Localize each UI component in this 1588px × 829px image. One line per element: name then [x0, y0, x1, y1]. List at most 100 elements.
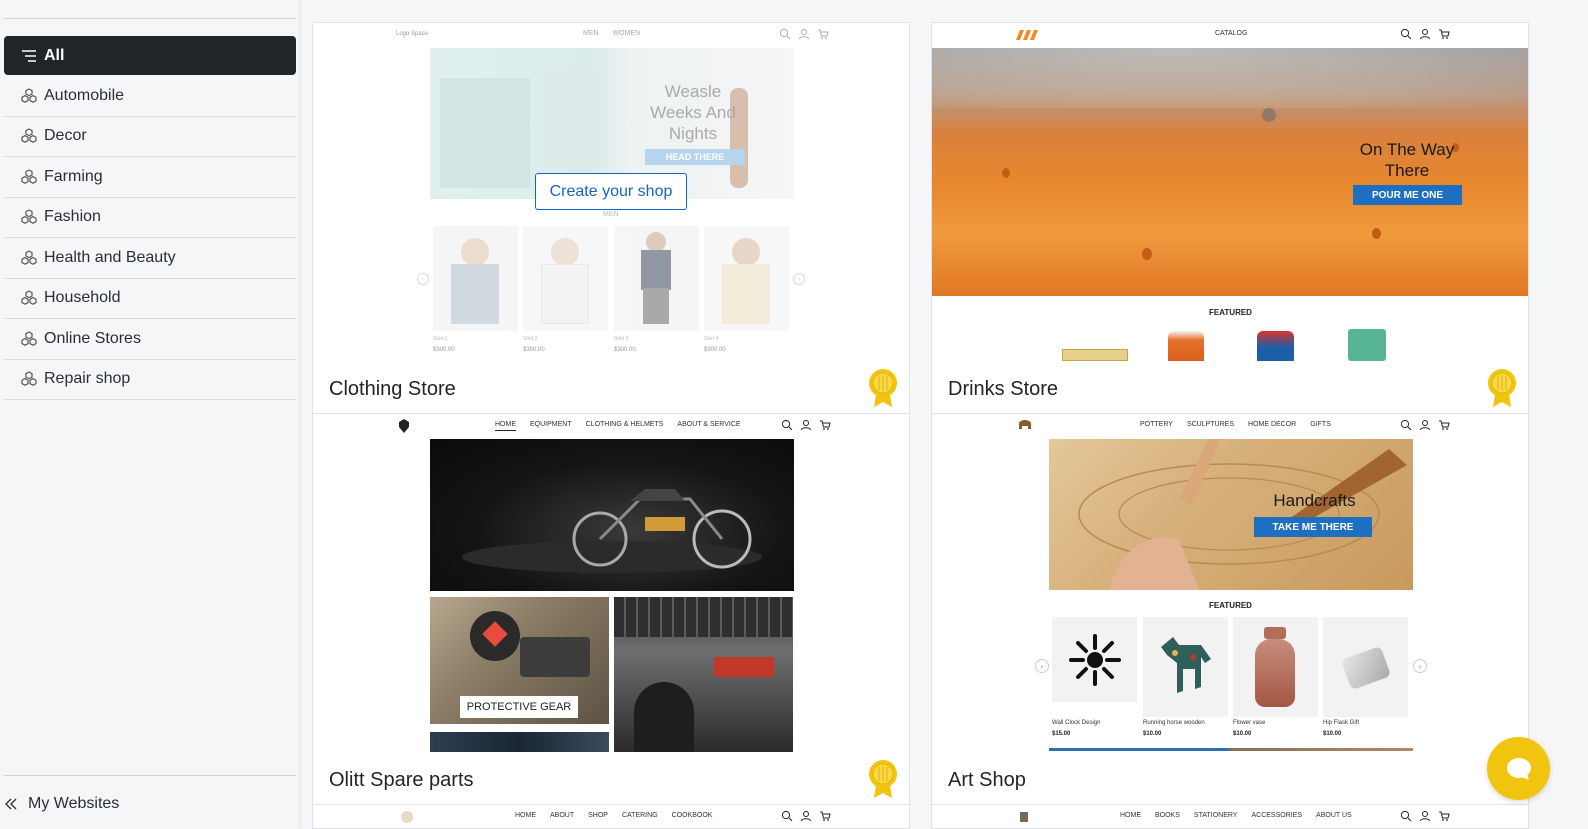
preview-nav-link: POTTERY — [1140, 421, 1173, 428]
preview-product — [1233, 617, 1318, 717]
preview-tile-label: PROTECTIVE GEAR — [460, 696, 578, 718]
category-health-and-beauty[interactable]: Health and Beauty — [4, 238, 296, 279]
preview-product — [1052, 617, 1137, 702]
preview-hero-button: POUR ME ONE — [1353, 185, 1462, 205]
template-card[interactable]: HOME ABOUT SHOP CATERING COOKBOOK — [312, 804, 910, 829]
search-icon — [1400, 810, 1412, 822]
cart-icon — [1439, 420, 1450, 430]
divider — [4, 18, 296, 19]
cubes-icon — [20, 127, 38, 145]
cubes-icon — [20, 249, 38, 267]
brand-logo-icon — [399, 419, 409, 433]
preview-hero-text: Handcrafts — [1273, 491, 1356, 510]
template-title: Art Shop — [948, 769, 1026, 791]
preview-product — [433, 226, 518, 331]
sidebar: All Automobile Decor Farming Fashion Hea… — [0, 0, 300, 829]
preview-product-price: $10.00 — [1233, 731, 1252, 737]
preview-logo: Logo Space — [396, 31, 429, 37]
preview-nav-link: HOME — [495, 421, 516, 431]
category-label: Decor — [44, 127, 87, 145]
carousel-next-icon: › — [793, 273, 805, 285]
search-icon — [779, 28, 791, 40]
brand-logo-icon — [1016, 30, 1038, 40]
cart-icon — [820, 811, 831, 821]
preview-banner-strip — [1049, 748, 1413, 751]
category-list: All Automobile Decor Farming Fashion Hea… — [4, 36, 296, 400]
preview-nav-link: ACCESSORIES — [1251, 812, 1303, 819]
category-repair-shop[interactable]: Repair shop — [4, 360, 296, 400]
preview-tile-image — [614, 597, 793, 752]
template-card-art-shop[interactable]: POTTERY SCULPTURES HOME DECOR GIFTS Hand… — [931, 413, 1529, 805]
cubes-icon — [20, 87, 38, 105]
cart-icon — [820, 420, 831, 430]
template-title: Clothing Store — [329, 378, 456, 400]
preview-tile-image — [430, 732, 609, 752]
preview-nav-link: ABOUT US — [1316, 812, 1352, 819]
list-icon — [20, 47, 38, 65]
user-icon — [799, 29, 809, 40]
cubes-icon — [20, 168, 38, 186]
preview-hero-image — [1049, 439, 1413, 590]
preview-navbar: POTTERY SCULPTURES HOME DECOR GIFTS — [932, 414, 1528, 436]
create-your-shop-button[interactable]: Create your shop — [535, 173, 687, 210]
category-decor[interactable]: Decor — [4, 117, 296, 157]
preview-product — [704, 226, 789, 331]
template-card-olitt-spare-parts[interactable]: HOME EQUIPMENT CLOTHING & HELMETS ABOUT … — [312, 413, 910, 805]
preview-product-price: $300.00 — [704, 347, 726, 353]
category-farming[interactable]: Farming — [4, 157, 296, 198]
template-title: Drinks Store — [948, 378, 1059, 400]
cart-icon — [818, 29, 829, 39]
template-preview: HOME EQUIPMENT CLOTHING & HELMETS ABOUT … — [313, 414, 909, 759]
category-fashion[interactable]: Fashion — [4, 198, 296, 238]
category-label: Farming — [44, 167, 103, 185]
category-label: Health and Beauty — [44, 248, 176, 266]
preview-product-price: $300.00 — [614, 347, 636, 353]
category-label: Repair shop — [44, 370, 131, 388]
template-card-clothing-store[interactable]: Logo Space MEN WOMEN Weasle Weeks And Ni… — [312, 22, 910, 414]
template-card-drinks-store[interactable]: CATALOG On The Way There POUR ME ONE FEA… — [931, 22, 1529, 414]
preview-navbar: HOME ABOUT SHOP CATERING COOKBOOK — [313, 805, 909, 827]
preview-hero-text: On The Way There — [1359, 140, 1455, 180]
category-label: Online Stores — [44, 329, 141, 347]
preview-nav-link: CATERING — [621, 812, 658, 819]
template-card[interactable]: HOME BOOKS STATIONERY ACCESSORIES ABOUT … — [931, 804, 1529, 829]
category-label: All — [44, 46, 65, 64]
carousel-prev-icon: ‹ — [417, 273, 429, 285]
preview-product — [1257, 331, 1294, 361]
preview-nav-link: GIFTS — [1310, 421, 1331, 428]
preview-section-title: MEN — [603, 211, 619, 218]
preview-product-price: $15.00 — [1052, 731, 1071, 737]
preview-nav-link: ABOUT & SERVICE — [677, 421, 741, 428]
preview-product-name: Shirt 3 — [614, 336, 629, 342]
chat-button[interactable] — [1487, 737, 1550, 800]
my-websites-label: My Websites — [28, 795, 120, 812]
category-automobile[interactable]: Automobile — [4, 76, 296, 117]
preview-product — [1348, 329, 1386, 361]
preview-nav-link: CLOTHING & HELMETS — [585, 421, 664, 428]
cart-icon — [1439, 811, 1450, 821]
search-icon — [781, 810, 793, 822]
preview-nav-link: MEN — [583, 30, 599, 37]
template-preview: POTTERY SCULPTURES HOME DECOR GIFTS Hand… — [932, 414, 1528, 759]
premium-badge-icon — [869, 760, 897, 798]
preview-navbar: CATALOG — [932, 23, 1528, 45]
search-icon — [781, 419, 793, 431]
category-all[interactable]: All — [4, 36, 296, 75]
preview-product — [523, 226, 608, 331]
my-websites-link[interactable]: My Websites — [4, 790, 119, 818]
user-icon — [1420, 420, 1430, 431]
preview-product — [1143, 617, 1228, 717]
chat-bubble-icon — [1506, 757, 1531, 780]
preview-navbar: HOME EQUIPMENT CLOTHING & HELMETS ABOUT … — [313, 414, 909, 436]
category-online-stores[interactable]: Online Stores — [4, 319, 296, 360]
brand-logo-icon — [401, 811, 413, 823]
template-preview: CATALOG On The Way There POUR ME ONE FEA… — [932, 23, 1528, 368]
category-label: Fashion — [44, 208, 101, 226]
preview-product-name: Flower vase — [1233, 720, 1266, 726]
cubes-icon — [20, 208, 38, 226]
category-household[interactable]: Household — [4, 279, 296, 319]
preview-product — [1323, 617, 1408, 717]
cubes-icon — [20, 370, 38, 388]
divider — [4, 775, 296, 776]
preview-product — [614, 226, 699, 331]
